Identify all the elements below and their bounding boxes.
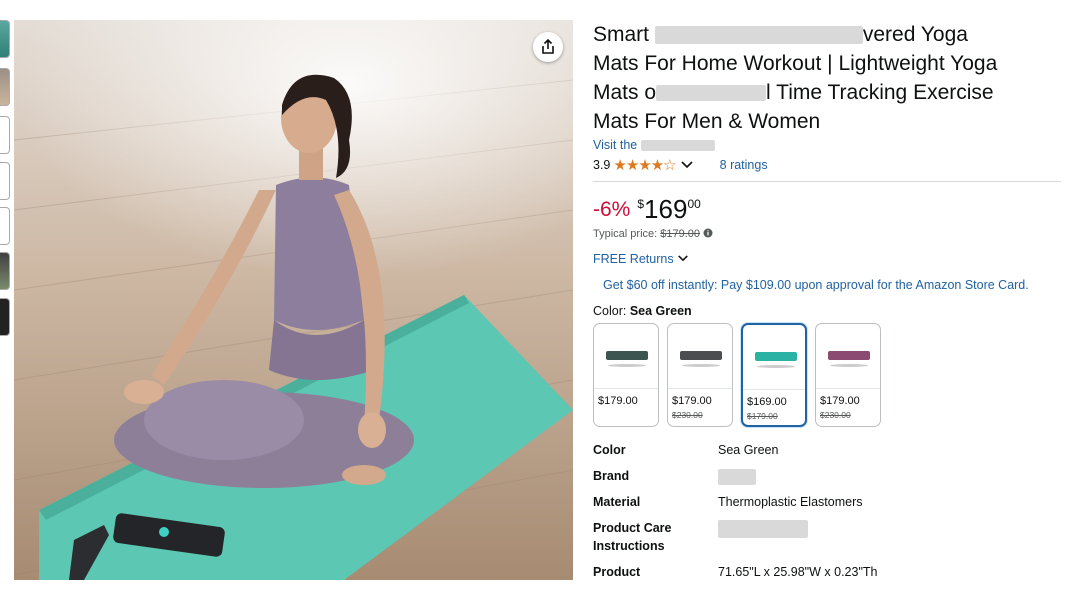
color-swatch[interactable]: $179.00 $230.00 xyxy=(815,323,881,427)
star-rating-icon[interactable]: ★★★★☆ xyxy=(613,156,676,174)
color-swatch[interactable]: $179.00 xyxy=(593,323,659,427)
store-link[interactable]: Visit the xyxy=(593,138,1063,155)
spec-key: Brand xyxy=(593,469,630,483)
spec-row: Material Thermoplastic Elastomers xyxy=(593,493,1063,511)
swatch-price: $169.00 xyxy=(747,396,787,408)
redacted-text xyxy=(656,85,767,102)
spec-value xyxy=(718,467,756,485)
spec-row: Product Care Instructions xyxy=(593,519,1063,555)
store-card-promo-link[interactable]: Get $60 off instantly: Pay $109.00 upon … xyxy=(603,278,1063,292)
product-title: Smart vered Yoga Mats For Home Workout |… xyxy=(593,23,998,133)
thumbnail[interactable] xyxy=(0,20,10,58)
thumbnail[interactable] xyxy=(0,116,10,154)
price-currency: $ xyxy=(637,197,645,211)
swatch-device xyxy=(828,351,870,360)
spec-key: Product xyxy=(593,565,641,579)
redacted-text xyxy=(640,140,715,152)
thumbnail[interactable] xyxy=(0,298,10,336)
yoga-scene-illustration xyxy=(14,20,573,580)
swatch-device xyxy=(606,351,648,360)
color-swatch-selected[interactable]: $169.00 $179.00 xyxy=(741,323,807,427)
info-icon[interactable] xyxy=(703,228,713,238)
divider xyxy=(593,181,1061,182)
typical-price: Typical price: $179.00 xyxy=(593,228,1063,240)
swatch-price: $179.00 xyxy=(598,395,638,407)
spec-value: Thermoplastic Elastomers xyxy=(718,495,863,509)
product-main-image[interactable] xyxy=(14,20,573,580)
swatch-old-price: $179.00 xyxy=(747,411,778,421)
price-block: -6% $ 169 00 xyxy=(593,194,1063,224)
spec-value: 71.65"L x 25.98"W x 0.23"Th xyxy=(718,565,878,579)
price-whole: 169 xyxy=(644,194,688,224)
color-swatch[interactable]: $179.00 $230.00 xyxy=(667,323,733,427)
redacted-text xyxy=(718,519,808,538)
spec-row: Brand xyxy=(593,467,1063,485)
discount-percent: -6% xyxy=(593,198,631,221)
swatch-price: $179.00 xyxy=(820,395,860,407)
share-button[interactable] xyxy=(533,32,563,62)
spec-key: Color xyxy=(593,443,626,457)
spec-key: Product Care Instructions xyxy=(593,521,672,553)
swatch-old-price: $230.00 xyxy=(820,410,851,420)
free-returns-link[interactable]: FREE Returns xyxy=(593,252,1063,266)
product-specs: Color Sea Green Brand Material Thermopla… xyxy=(593,441,1063,581)
price-fraction: 00 xyxy=(687,197,701,211)
chevron-down-icon[interactable] xyxy=(680,160,694,170)
thumbnail[interactable] xyxy=(0,162,10,200)
ratings-count-link[interactable]: 8 ratings xyxy=(720,158,768,172)
share-icon xyxy=(542,39,554,54)
swatch-device xyxy=(755,352,797,361)
rating-value: 3.9 xyxy=(593,158,611,172)
spec-value: Sea Green xyxy=(718,443,779,457)
spec-row: Product 71.65"L x 25.98"W x 0.23"Th xyxy=(593,563,1063,581)
spec-row: Color Sea Green xyxy=(593,441,1063,459)
color-swatches: $179.00 $179.00 $230.00 $169.00 $179.00 … xyxy=(593,323,1063,427)
selected-color: Sea Green xyxy=(629,304,692,318)
swatch-device xyxy=(680,351,722,360)
product-info: Smart vered Yoga Mats For Home Workout |… xyxy=(593,20,1063,589)
spec-value xyxy=(718,519,808,555)
swatch-price: $179.00 xyxy=(672,395,712,407)
chevron-down-icon xyxy=(678,255,688,262)
color-label: Color: Sea Green xyxy=(593,304,692,318)
rating-row: 3.9 ★★★★☆ 8 ratings xyxy=(593,155,1063,175)
thumbnail[interactable] xyxy=(0,68,10,106)
redacted-text xyxy=(654,26,863,45)
redacted-text xyxy=(718,468,756,485)
thumbnail[interactable] xyxy=(0,207,10,245)
thumbnail[interactable] xyxy=(0,252,10,290)
spec-key: Material xyxy=(593,495,641,509)
swatch-old-price: $230.00 xyxy=(672,410,703,420)
